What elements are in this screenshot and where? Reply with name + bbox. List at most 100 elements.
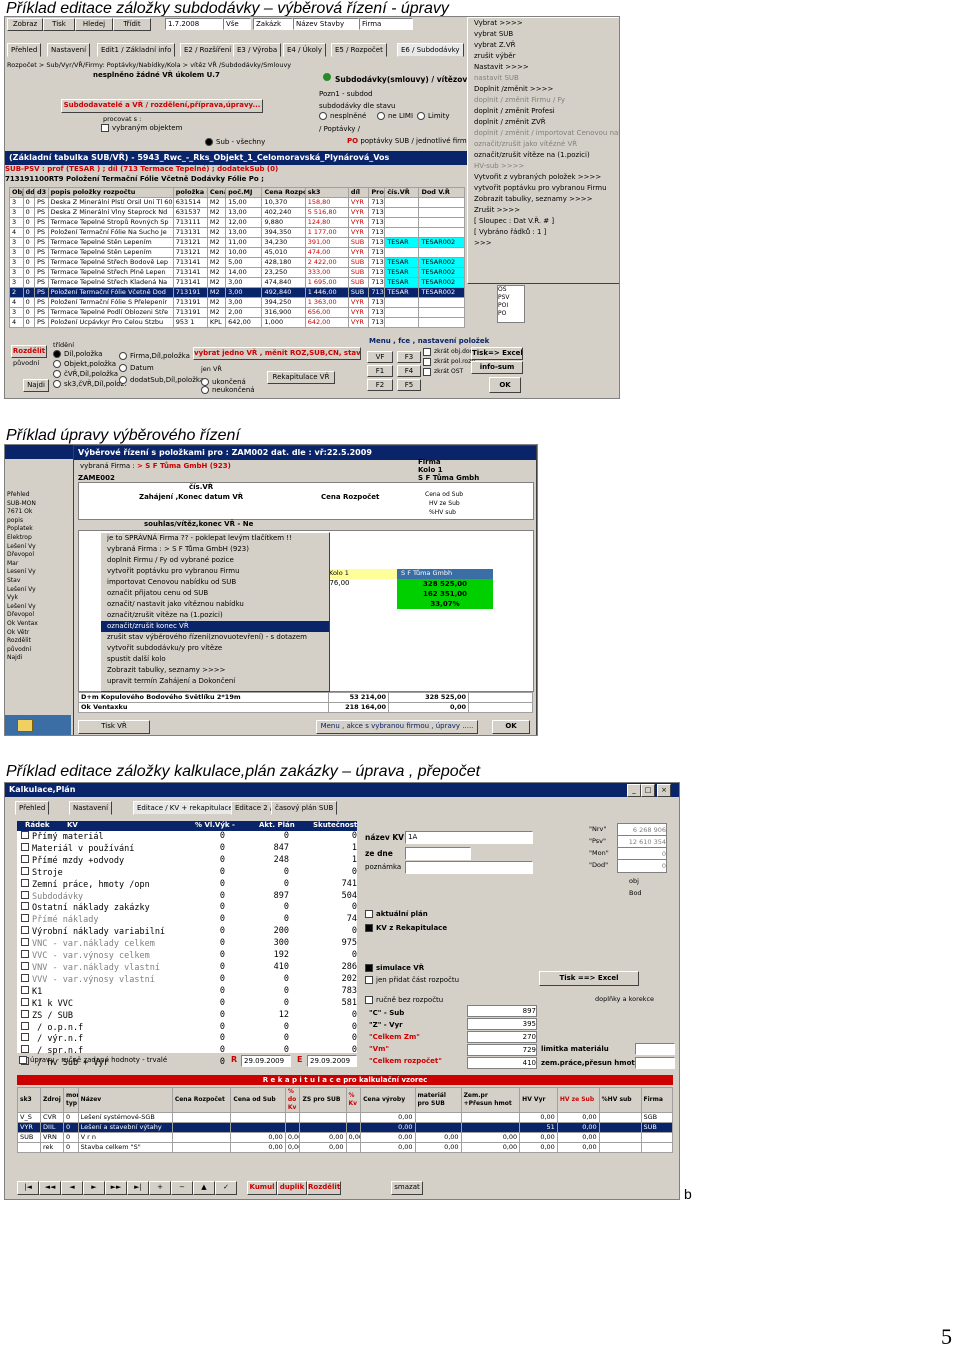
tab-editace-kv[interactable]: Editace / KV + rekapitulace [133, 801, 237, 815]
summary-row[interactable]: Ok Ventaxku 218 164,00 0,00 [78, 702, 533, 713]
kv-checkbox[interactable] [21, 831, 29, 839]
rucne-upravy-check[interactable]: úpravy - ručně zadané hodnoty - trvalé [19, 1055, 167, 1065]
filter-stavby-select[interactable]: Název Stavby [293, 18, 359, 30]
menu-item[interactable]: vytvořit poptávku pro vybranou Firmu [468, 183, 619, 194]
kv-checkbox[interactable] [21, 902, 29, 911]
kv-list-item[interactable]: Subdodávky 0 897 504 [17, 890, 357, 903]
menu-item[interactable]: nastavit SUB [468, 73, 619, 84]
menu-item[interactable]: doplnit / změnit / importovat Cenovou na… [468, 128, 619, 139]
kv-list-item[interactable]: Ostatní náklady zakázky 0 0 0 [17, 902, 357, 914]
radio-objekt-polozka[interactable]: Objekt,položka [53, 359, 116, 369]
nav-button[interactable]: + [149, 1181, 171, 1195]
tab-edit1[interactable]: Edit1 / Základní info [97, 43, 176, 57]
kv-checkbox[interactable] [21, 1033, 29, 1042]
rekap-row[interactable]: VYR DIIL 0 Lešení a stavební výtahy 0,00 51 0,… [16, 1122, 674, 1133]
kv-list-item[interactable]: Přímé náklady 0 0 74 [17, 914, 357, 926]
kv-list-item[interactable]: Přímý materiál 0 0 0 [17, 831, 357, 843]
hledej-button[interactable]: Hledej [75, 18, 113, 31]
tisk-button[interactable]: Tisk [43, 18, 75, 31]
table-row[interactable]: 3 0 PS Termace Tepelné Stropů Rovných Sp 713… [9, 217, 465, 228]
vybrat-vr-button[interactable]: vybrat jedno VŘ , měnit ROZ,SUB,CN, stav… [193, 347, 361, 360]
table-row[interactable]: 4 0 PS Položení Termační Fólie S Přelepenír… [9, 297, 465, 308]
radio-nesplnene[interactable]: nesplněné [319, 111, 366, 121]
menu-item[interactable]: importovat Cenovou nabídku od SUB [101, 577, 329, 588]
aktualni-plan-check[interactable]: aktuální plán [365, 909, 428, 919]
tisk-excel-button[interactable]: Tisk=> Excel [471, 347, 523, 360]
tab-prehled-3[interactable]: Přehled [15, 801, 50, 815]
radio-neukoncena[interactable]: neukončená [201, 385, 255, 395]
kv-list-item[interactable]: K1 k VVC 0 0 581 [17, 997, 357, 1010]
kv-list-item[interactable]: Materiál v používání 0 847 1 [17, 842, 357, 855]
info-sum-button[interactable]: info-sum [471, 361, 523, 374]
menu-item[interactable]: označit/zrušit konec VŘ [101, 621, 329, 632]
menu-item[interactable]: Zobrazit tabulky, seznamy >>>> [101, 665, 329, 676]
kv-rekap-check[interactable]: KV z Rekapitulace [365, 923, 447, 933]
menu-item[interactable]: doplnit Firmu / Fy od vybrané pozice [101, 555, 329, 566]
maximize-button[interactable]: □ [641, 784, 655, 797]
nav-button[interactable]: ✓ [215, 1181, 237, 1195]
menu-item[interactable]: vytvořit subdodávku/y pro vítěze [101, 643, 329, 654]
kv-checkbox[interactable] [21, 890, 29, 899]
radio-limity[interactable]: Limity [417, 111, 450, 121]
table-row[interactable]: 4 0 PS Položení Termační Fólie Na Sucho Je 7… [9, 227, 465, 238]
f1-button[interactable]: F1 [367, 365, 393, 377]
f2-button[interactable]: F2 [367, 379, 393, 391]
tisk-vr-button[interactable]: Tisk VŘ [78, 720, 150, 734]
tab-e3[interactable]: E3 / Výroba [233, 43, 282, 57]
f4-button[interactable]: F4 [397, 365, 421, 377]
radio-cvr-dil[interactable]: čVŘ,Díl,položka [53, 369, 118, 379]
menu-item[interactable]: doplnit / změnit Profesi [468, 106, 619, 117]
kv-checkbox[interactable] [21, 914, 29, 923]
radio-ne-limi[interactable]: ne LIMI [377, 111, 413, 121]
menu-item[interactable]: doplnit / změnit ZVŘ [468, 117, 619, 128]
tab-nastaveni-3[interactable]: Nastavení [69, 801, 113, 815]
rekap-row[interactable]: V_S CVR 0 Lešení systémové-SGB 0,00 0,00 0,00 S… [16, 1112, 674, 1123]
menu-item[interactable]: >>> [468, 238, 619, 249]
tab-editace-2[interactable]: Editace 2 / [231, 801, 277, 815]
ze-dne-field[interactable] [405, 847, 471, 860]
zkr-obj-check[interactable]: zkrát obj.dod [423, 347, 473, 357]
radio-datum[interactable]: Datum [119, 363, 154, 373]
menu-item[interactable]: Zobrazit tabulky, seznamy >>>> [468, 194, 619, 205]
menu-item[interactable]: [ Sloupec : Dat V.Ř. # ] [468, 216, 619, 227]
menu-item[interactable]: označit/zrušit vítěze na (1.pozici) [468, 150, 619, 161]
kv-checkbox[interactable] [21, 973, 29, 982]
ok-button[interactable]: OK [489, 377, 521, 393]
date-field[interactable]: 1.7.2008 [165, 18, 223, 30]
duplik-button[interactable]: duplik [277, 1181, 307, 1195]
kv-list-item[interactable]: ZS / SUB 0 12 0 [17, 1009, 357, 1022]
kv-list-item[interactable]: Výrobní náklady variabilní 0 200 0 [17, 926, 357, 938]
table-row[interactable]: 3 0 PS Termace Tepelné Stěn Lepením 713121 M2… [9, 247, 465, 258]
date-r-field[interactable]: 29.09.2009 [241, 1055, 291, 1067]
table-row[interactable]: 3 0 PS Deska Z Minerální Vlny Steprock Nd 63… [9, 207, 465, 218]
zobraz-button[interactable]: Zobraz [7, 18, 43, 31]
kv-list-item[interactable]: Stroje 0 0 0 [17, 866, 357, 879]
kv-list-item[interactable]: Zemní práce, hmoty /opn 0 0 741 [17, 878, 357, 891]
menu-item[interactable]: doplnit / změnit Firmu / Fy [468, 95, 619, 106]
table-row[interactable]: 3 0 PS Termace Tepelné Stěn Lepením 713121 M2… [9, 237, 465, 248]
filter-zakazka-select[interactable]: Zakázk [253, 18, 293, 30]
kv-checkbox[interactable] [21, 938, 29, 947]
menu-item[interactable]: Zrušit >>>> [468, 205, 619, 216]
rucne-rozpocet-check[interactable]: ručně bez rozpočtu [365, 995, 443, 1005]
kv-checkbox[interactable] [21, 866, 29, 875]
menu-item[interactable]: HV-sub >>>> [468, 161, 619, 172]
kv-checkbox[interactable] [21, 997, 29, 1006]
menu-item[interactable]: zrušit výběr [468, 51, 619, 62]
menu-item[interactable]: [ Vybráno řádků : 1 ] [468, 227, 619, 238]
tab-casovy-plan[interactable]: časový plán SUB [271, 801, 338, 815]
tab-e4[interactable]: E4 / Úkoly [283, 43, 326, 57]
table-row[interactable]: 3 0 PS Deska Z Minerální Plstí Orsil Uni Tl… [9, 197, 465, 208]
tab-nastaveni[interactable]: Nastavení [47, 43, 91, 57]
vf-button[interactable]: VF [367, 351, 393, 363]
kv-checkbox[interactable] [21, 1021, 29, 1030]
najdi-button[interactable]: Najdi [23, 379, 49, 392]
rekap-row[interactable]: rek0Stavba celkem "S"0,000,000,000,000,0… [16, 1142, 674, 1153]
menu-item[interactable]: Vybrat >>>> [468, 18, 619, 29]
menu-item[interactable]: Doplnit /změnit >>>> [468, 84, 619, 95]
nav-button[interactable]: ► [83, 1181, 105, 1195]
table-row[interactable]: 2 0 PS Položení Termační Fólie Včetně Dod 71… [9, 287, 465, 298]
menu-item[interactable]: označit přijatou cenu od SUB [101, 588, 329, 599]
radio-dil-polozka[interactable]: Díl,položka [53, 349, 102, 359]
kv-checkbox[interactable] [21, 854, 29, 863]
